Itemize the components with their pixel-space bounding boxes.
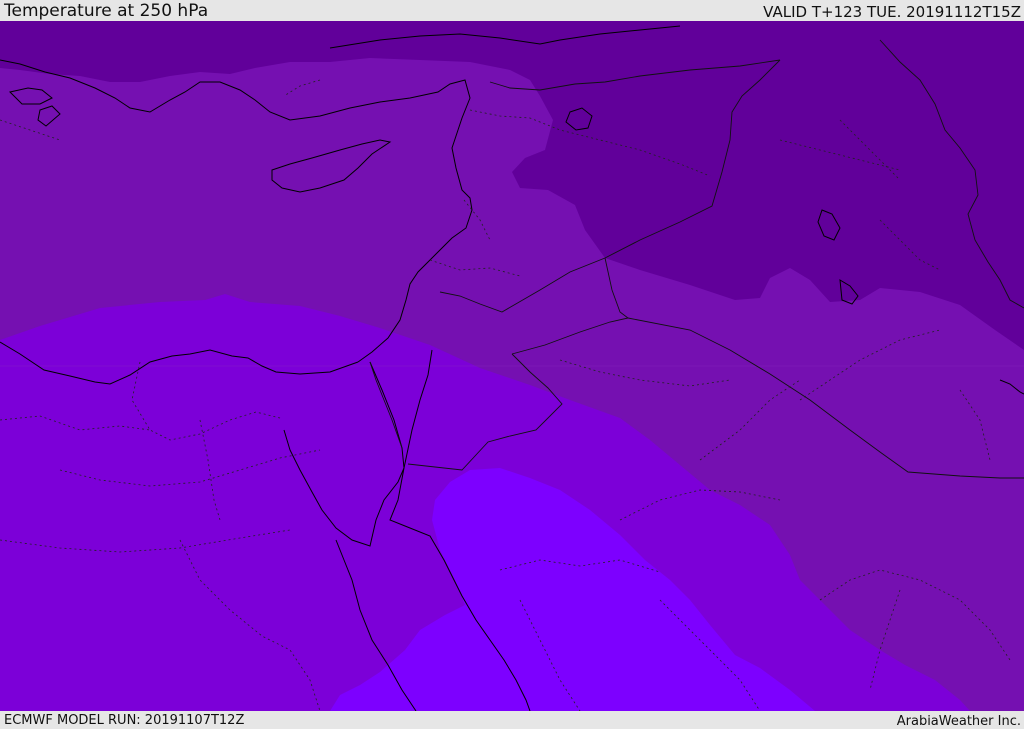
model-run-label: ECMWF MODEL RUN: 20191107T12Z	[4, 713, 245, 728]
footer-bar: ECMWF MODEL RUN: 20191107T12Z ArabiaWeat…	[0, 711, 1024, 729]
credit-label: ArabiaWeather Inc.	[896, 714, 1021, 729]
map-title: Temperature at 250 hPa	[4, 1, 209, 21]
valid-time: VALID T+123 TUE. 20191112T15Z	[763, 3, 1021, 21]
header-bar: Temperature at 250 hPa VALID T+123 TUE. …	[0, 0, 1024, 21]
map-canvas	[0, 21, 1024, 711]
temperature-map	[0, 21, 1024, 711]
